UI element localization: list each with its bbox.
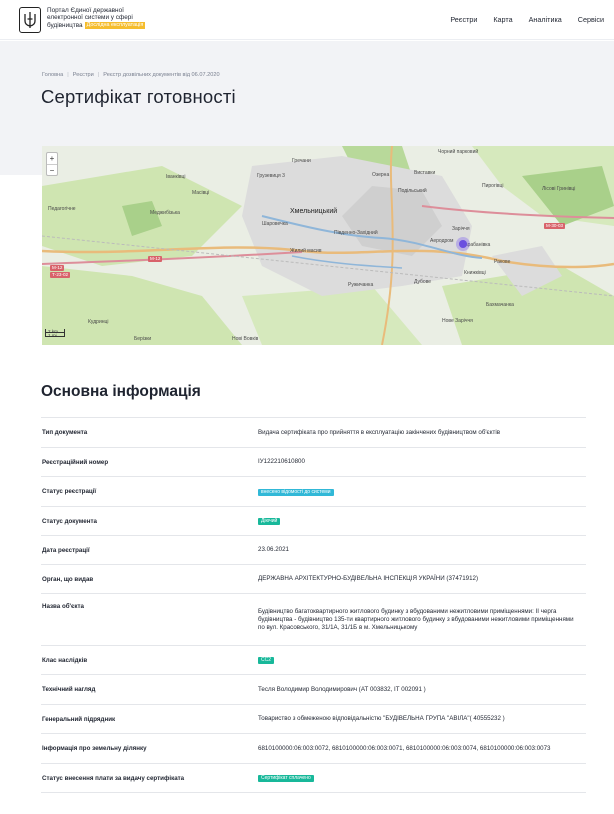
- map-label: Пирогівці: [482, 183, 504, 189]
- zoom-in-button[interactable]: +: [47, 153, 57, 164]
- map-label: Аеродром: [430, 238, 454, 244]
- status-badge: внесено відомості до системи: [258, 488, 334, 496]
- breadcrumb-registries[interactable]: Реєстри: [73, 72, 94, 78]
- road-tag: М-12: [148, 256, 163, 262]
- road-tag: Т-23-02: [50, 272, 71, 278]
- page-title: Сертифікат готовності: [41, 86, 236, 107]
- table-row: Статус документа Діючий: [41, 507, 586, 536]
- info-table: Тип документа Видача сертифіката про при…: [41, 417, 586, 793]
- site-header: Портал Єдиної державної електронної сист…: [0, 0, 614, 40]
- map-label: Книжківці: [464, 270, 486, 276]
- row-key: Дата реєстрації: [42, 546, 90, 554]
- map-label: Ракове: [494, 259, 511, 265]
- row-value: 23.06.2021: [258, 546, 289, 553]
- row-value: ДЕРЖАВНА АРХІТЕКТУРНО-БУДІВЕЛЬНА ІНСПЕКЦ…: [258, 575, 479, 582]
- status-badge: Діючий: [258, 518, 281, 525]
- map-city-label: Хмельницький: [290, 208, 338, 215]
- road-tag: М-30-03: [544, 223, 566, 229]
- map-label: Берізки: [134, 336, 152, 342]
- map-label: Гречани: [292, 158, 311, 164]
- map-label: Озерна: [372, 172, 390, 178]
- map-label: Нове Заріччя: [442, 318, 473, 324]
- map-label: Подільський: [398, 188, 427, 194]
- nav-map[interactable]: Карта: [493, 15, 512, 24]
- map-label: Меджибізька: [150, 210, 180, 216]
- table-row: Інформація про земельну ділянку 68101000…: [41, 734, 586, 764]
- row-key: Статус реєстрації: [42, 488, 97, 495]
- row-key: Інформація про земельну ділянку: [42, 745, 147, 752]
- table-row: Орган, що видав ДЕРЖАВНА АРХІТЕКТУРНО-БУ…: [41, 565, 586, 594]
- nav-registries[interactable]: Реєстри: [450, 15, 477, 24]
- table-row: Тип документа Видача сертифіката про при…: [41, 418, 586, 448]
- row-key: Технічний нагляд: [42, 686, 96, 693]
- row-value: ІУ122210610800: [258, 458, 305, 465]
- table-row: Назва об'єкта Будівництво багатоквартирн…: [41, 594, 586, 646]
- map-scale: 2 km 1 mi: [45, 329, 65, 338]
- row-key: Тип документа: [42, 429, 88, 436]
- map-tiles: [42, 146, 614, 345]
- breadcrumb-separator: |: [97, 72, 100, 78]
- map-label: Ружичанка: [348, 282, 374, 288]
- location-marker[interactable]: [456, 237, 470, 251]
- map-zoom-control: + −: [46, 152, 58, 176]
- row-value: Товариство з обмеженою відповідальністю …: [258, 715, 505, 722]
- logo-line-2: електронної системи у сфері: [47, 14, 133, 22]
- row-key: Клас наслідків: [42, 656, 88, 664]
- logo-line-3: будівництва: [47, 21, 83, 29]
- map-label: Іванківці: [166, 174, 186, 180]
- row-key: Назва об'єкта: [42, 603, 85, 610]
- zoom-out-button[interactable]: −: [47, 164, 57, 175]
- map-label: Шаровечка: [262, 221, 288, 227]
- payment-status-badge: Сертифікат сплачено: [258, 775, 314, 782]
- map-label: Заріччя: [452, 226, 470, 232]
- row-value: Тесля Володимир Володимирович (АТ 003832…: [258, 685, 426, 693]
- nav-services[interactable]: Сервіси: [578, 15, 604, 24]
- map-label: Південно-Західний: [334, 230, 378, 236]
- map-label: Дубове: [414, 279, 432, 285]
- map-label: Лісові Гринівці: [542, 186, 576, 192]
- breadcrumb-separator: |: [67, 72, 69, 78]
- map-label: Бахмачанка: [486, 302, 514, 308]
- scale-mi: 1 mi: [45, 333, 65, 338]
- location-map[interactable]: + − 2 km 1 mi Хмельницький Гречани Грузе…: [42, 146, 614, 345]
- beta-badge: Дослідна експлуатація: [84, 21, 146, 29]
- map-label: Нові Вовків: [232, 336, 259, 342]
- row-key: Статус внесення плати за видачу сертифік…: [42, 774, 185, 782]
- breadcrumb-current[interactable]: Реєстр дозвільних документів від 06.07.2…: [103, 72, 219, 78]
- map-label: Грузевиця 3: [257, 173, 285, 179]
- row-key: Реєстраційний номер: [42, 458, 109, 466]
- map-label: Чорний парковий: [438, 149, 479, 155]
- map-label: Педагогічне: [48, 206, 76, 212]
- table-row: Дата реєстрації 23.06.2021: [41, 536, 586, 565]
- row-key: Генеральний підрядник: [42, 715, 116, 723]
- consequence-class-badge: СС2: [258, 657, 275, 664]
- portal-logo[interactable]: Портал Єдиної державної електронної сист…: [19, 7, 177, 33]
- main-nav: Реєстри Карта Аналітика Сервіси: [434, 15, 604, 24]
- row-key: Орган, що видав: [42, 575, 94, 583]
- trident-icon: [19, 7, 41, 33]
- row-value: Будівництво багатоквартирного житлового …: [258, 607, 574, 631]
- breadcrumb: Головна | Реєстри | Реєстр дозвільних до…: [42, 72, 220, 78]
- table-row: Генеральний підрядник Товариство з обмеж…: [41, 705, 586, 734]
- table-row: Статус реєстрації внесено відомості до с…: [41, 477, 586, 507]
- table-row: Клас наслідків СС2: [41, 646, 586, 675]
- row-value: 6810100000:06:003:0072, 6810100000:06:00…: [258, 744, 551, 752]
- table-row: Статус внесення плати за видачу сертифік…: [41, 764, 586, 793]
- map-label: Жилий масив: [290, 248, 322, 254]
- map-label: Кудринці: [88, 319, 109, 325]
- breadcrumb-home[interactable]: Головна: [42, 72, 63, 78]
- map-label: Виставки: [414, 170, 436, 176]
- row-value: Видача сертифіката про прийняття в експл…: [258, 428, 500, 436]
- table-row: Технічний нагляд Тесля Володимир Володим…: [41, 675, 586, 705]
- map-label: Масівці: [192, 190, 210, 196]
- road-tag: М-12: [50, 265, 65, 271]
- nav-analytics[interactable]: Аналітика: [529, 15, 562, 24]
- row-key: Статус документа: [42, 517, 97, 525]
- logo-text: Портал Єдиної державної електронної сист…: [47, 7, 177, 33]
- section-title: Основна інформація: [41, 383, 201, 400]
- table-row: Реєстраційний номер ІУ122210610800: [41, 448, 586, 477]
